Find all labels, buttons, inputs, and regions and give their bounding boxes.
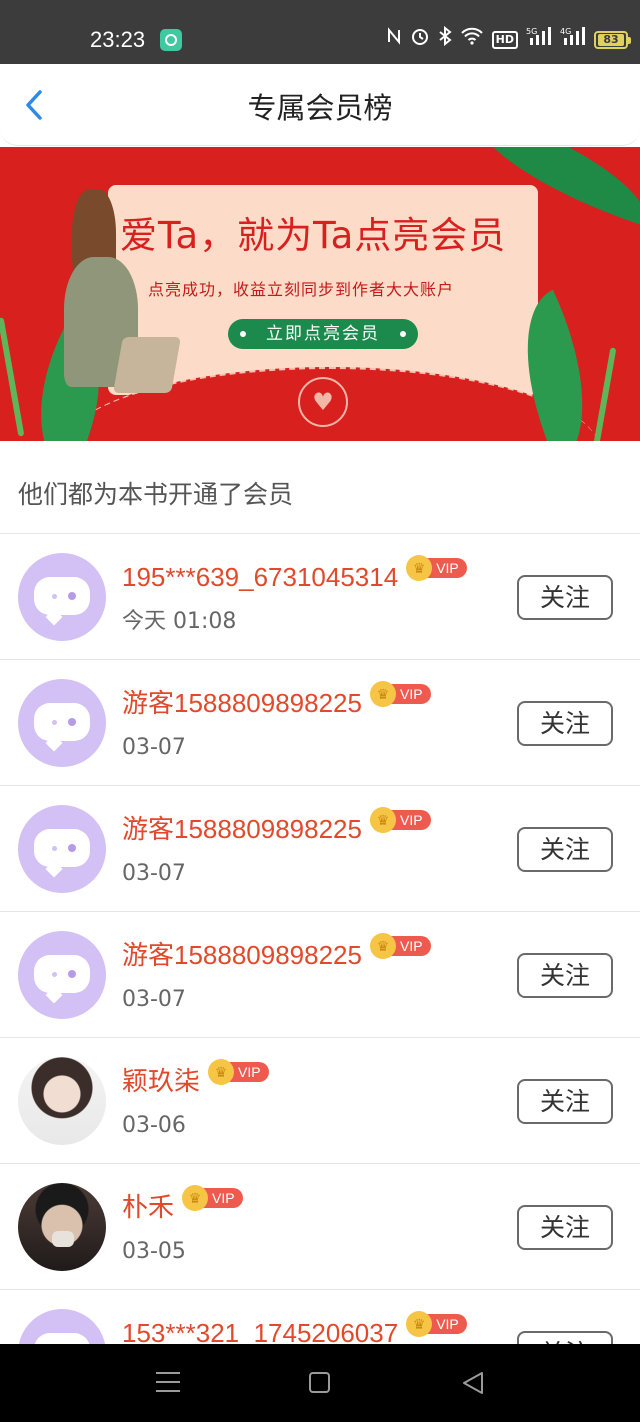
crown-icon: ♛: [406, 1311, 433, 1337]
member-row[interactable]: 195***639_6731045314 ♛ VIP 今天 01:08 关注: [0, 534, 640, 660]
avatar[interactable]: [18, 1309, 106, 1344]
crown-icon: ♛: [369, 807, 396, 833]
crown-icon: ♛: [208, 1059, 235, 1085]
member-row[interactable]: 颖玖柒 ♛ VIP 03-06 关注: [0, 1038, 640, 1164]
vip-badge: ♛ VIP: [406, 1311, 467, 1337]
signal-4g-icon: 4G: [560, 26, 586, 55]
avatar[interactable]: [18, 805, 106, 893]
system-nav-bar: [0, 1344, 640, 1422]
top-app-bar: 专属会员榜: [0, 64, 640, 146]
light-up-membership-button[interactable]: 立即点亮会员: [228, 319, 418, 349]
member-name[interactable]: 153***321_1745206037 ♛ VIP: [122, 1311, 467, 1344]
battery-icon: 83: [594, 31, 631, 49]
vip-badge: ♛ VIP: [208, 1059, 269, 1085]
girl-illustration-skirt: [113, 337, 181, 393]
status-time: 23:23: [90, 27, 146, 52]
member-time: 03-07: [122, 861, 186, 886]
avatar[interactable]: [18, 931, 106, 1019]
chat-bubble-icon: [34, 703, 90, 741]
member-name[interactable]: 195***639_6731045314 ♛ VIP: [122, 555, 467, 594]
section-label: 他们都为本书开通了会员: [18, 480, 294, 509]
fern-decoration: [589, 347, 617, 441]
member-row[interactable]: 朴禾 ♛ VIP 03-05 关注: [0, 1164, 640, 1290]
crown-icon: ♛: [406, 555, 433, 581]
fern-decoration: [0, 317, 25, 437]
vip-badge: ♛ VIP: [182, 1185, 243, 1211]
page-title: 专属会员榜: [247, 91, 393, 125]
nfc-icon: [386, 26, 402, 54]
crown-icon: ♛: [182, 1185, 209, 1211]
member-name[interactable]: 颖玖柒 ♛ VIP: [122, 1059, 269, 1098]
member-row[interactable]: 153***321_1745206037♛VIP 关注: [0, 1290, 640, 1344]
avatar[interactable]: [18, 1057, 106, 1145]
chat-bubble-icon: [34, 1333, 90, 1344]
crown-icon: ♛: [369, 933, 396, 959]
member-list: 195***639_6731045314 ♛ VIP 今天 01:08 关注 游客1…: [0, 534, 640, 1344]
vip-badge: ♛ VIP: [369, 681, 431, 707]
member-name[interactable]: 游客1588809898225 ♛ VIP: [122, 807, 431, 846]
wifi-icon: [460, 26, 484, 54]
follow-button[interactable]: 关注: [517, 1079, 613, 1124]
back-triangle-icon[interactable]: [460, 1370, 486, 1396]
member-time: 03-07: [122, 987, 186, 1012]
member-time: 03-05: [122, 1239, 186, 1264]
member-name[interactable]: 朴禾 ♛ VIP: [122, 1185, 243, 1224]
crown-icon: ♛: [369, 681, 396, 707]
home-icon[interactable]: [309, 1372, 330, 1393]
member-time: 03-06: [122, 1113, 186, 1138]
member-row[interactable]: 游客1588809898225 ♛ VIP 03-07 关注: [0, 786, 640, 912]
app-screen: 23:23 HD 5G 4G 83 专属会员榜 爱Ta，就为Ta点亮会员 点亮成…: [0, 0, 640, 1422]
follow-button[interactable]: 关注: [517, 701, 613, 746]
signal-5g-icon: 5G: [526, 26, 552, 55]
chat-bubble-icon: [34, 577, 90, 615]
member-name[interactable]: 游客1588809898225 ♛ VIP: [122, 933, 431, 972]
avatar[interactable]: [18, 1183, 106, 1271]
follow-button[interactable]: 关注: [517, 1205, 613, 1250]
banner-title: 爱Ta，就为Ta点亮会员: [120, 214, 507, 257]
follow-button[interactable]: 关注: [517, 827, 613, 872]
avatar[interactable]: [18, 679, 106, 767]
app-notification-icon: [160, 29, 182, 51]
avatar[interactable]: [18, 553, 106, 641]
member-row[interactable]: 游客1588809898225 ♛ VIP 03-07 关注: [0, 660, 640, 786]
member-time: 03-07: [122, 735, 186, 760]
member-name[interactable]: 游客1588809898225 ♛ VIP: [122, 681, 431, 720]
vip-badge: ♛ VIP: [369, 933, 431, 959]
heart-seal-icon: [298, 377, 348, 427]
vip-badge: ♛ VIP: [369, 807, 431, 833]
status-icons: HD 5G 4G 83: [386, 25, 631, 55]
bluetooth-icon: [438, 25, 452, 55]
banner-subtitle: 点亮成功，收益立刻同步到作者大大账户: [148, 280, 455, 299]
svg-text:4G: 4G: [560, 27, 571, 36]
member-row[interactable]: 游客1588809898225 ♛ VIP 03-07 关注: [0, 912, 640, 1038]
follow-button[interactable]: 关注: [517, 953, 613, 998]
chat-bubble-icon: [34, 829, 90, 867]
battery-level: 83: [598, 34, 624, 46]
alarm-icon: [410, 26, 430, 55]
status-bar: 23:23 HD 5G 4G 83: [0, 0, 640, 64]
vip-badge: ♛ VIP: [406, 555, 467, 581]
follow-button[interactable]: 关注: [517, 575, 613, 620]
svg-text:5G: 5G: [526, 27, 537, 36]
member-time: 今天 01:08: [122, 609, 237, 634]
promo-banner[interactable]: 爱Ta，就为Ta点亮会员 点亮成功，收益立刻同步到作者大大账户 立即点亮会员: [0, 147, 640, 441]
hd-icon: HD: [491, 31, 518, 49]
chat-bubble-icon: [34, 955, 90, 993]
menu-icon[interactable]: [156, 1372, 180, 1392]
follow-button[interactable]: 关注: [517, 1331, 613, 1344]
